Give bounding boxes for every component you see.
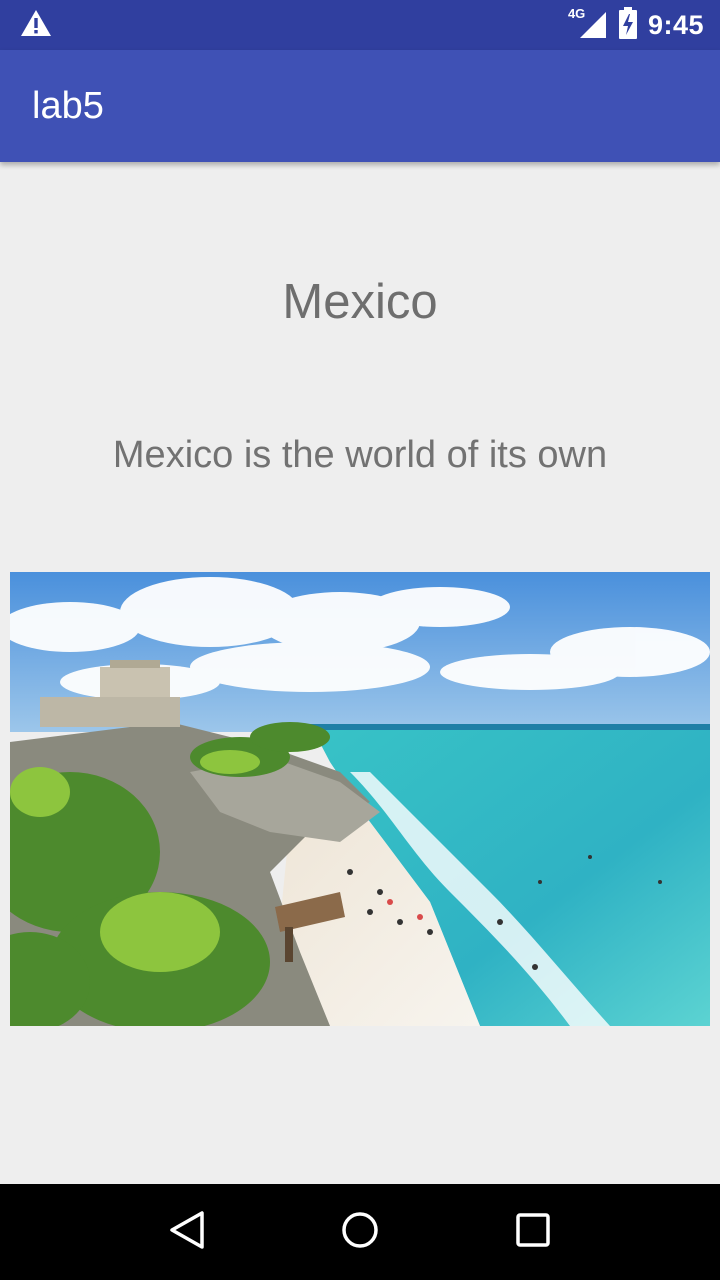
recents-icon (515, 1212, 551, 1253)
app-bar: lab5 (0, 50, 720, 162)
page-title: Mexico (282, 275, 438, 329)
signal-icon: 4G (568, 6, 608, 40)
back-icon (169, 1210, 205, 1255)
home-icon (340, 1210, 380, 1255)
navigation-bar (0, 1184, 720, 1280)
battery-charging-icon (618, 6, 638, 44)
main-content: Mexico Mexico is the world of its own (0, 162, 720, 1184)
back-button[interactable] (157, 1202, 217, 1262)
app-title: lab5 (32, 84, 104, 127)
clock: 9:45 (647, 9, 704, 40)
home-button[interactable] (330, 1202, 390, 1262)
warning-icon (20, 9, 52, 42)
page-subtitle: Mexico is the world of its own (112, 434, 608, 476)
status-bar: 4G 9:45 (0, 0, 720, 50)
beach-photo (10, 572, 710, 1026)
network-type-label: 4G (567, 6, 586, 21)
recents-button[interactable] (503, 1202, 563, 1262)
